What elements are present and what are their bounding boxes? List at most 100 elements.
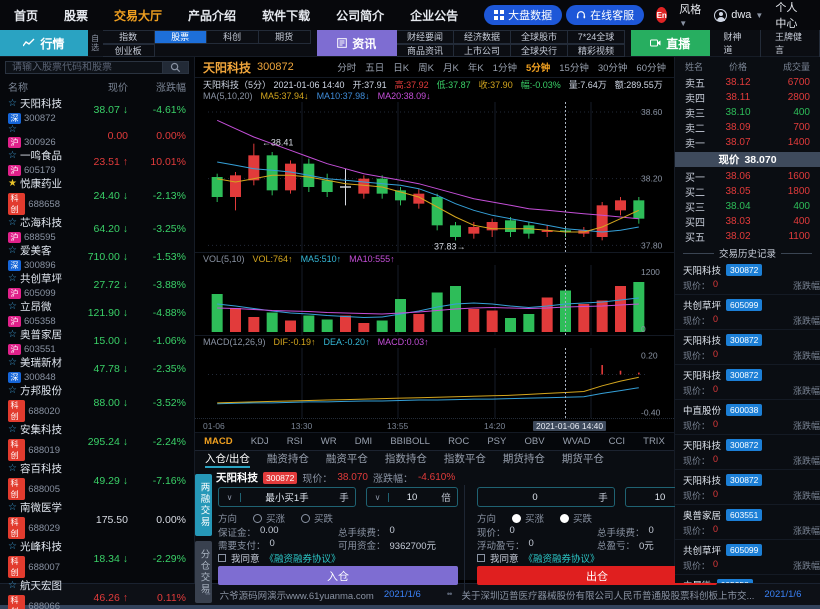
watchlist-item[interactable]: ☆安集科技 科创688019 295.24 ↓ -2.24% (0, 422, 194, 461)
live-link[interactable]: 财神道 (710, 30, 762, 57)
indicator-tab-rsi[interactable]: RSI (287, 436, 303, 447)
indicator-tab-bbiboll[interactable]: BBIBOLL (390, 436, 430, 447)
trade-history-item[interactable]: 天阳科技 300872 现价： 0 涨跌幅：买入 (675, 435, 820, 470)
star-icon[interactable]: ☆ (8, 357, 17, 368)
period-tab[interactable]: 分时 (337, 60, 356, 74)
indicator-tab-wr[interactable]: WR (321, 436, 337, 447)
star-icon[interactable]: ☆ (8, 502, 17, 513)
indicator-tab-psy[interactable]: PSY (487, 436, 506, 447)
watchlist-item[interactable]: ☆方邦股份 科创688020 88.00 ↓ -3.52% (0, 383, 194, 422)
watchlist-item[interactable]: ☆南微医学 科创688029 175.50 0.00% (0, 500, 194, 539)
star-icon[interactable]: ☆ (8, 424, 17, 435)
indicator-tab-kdj[interactable]: KDJ (251, 436, 269, 447)
indicator-tab-roc[interactable]: ROC (448, 436, 469, 447)
news-link[interactable]: 精彩视频 (568, 44, 625, 58)
star-icon[interactable]: ☆ (8, 385, 17, 396)
trade-history-item[interactable]: 天阳科技 300872 现价： 0 涨跌幅：买入 (675, 330, 820, 365)
star-icon[interactable]: ☆ (8, 301, 17, 312)
live-button[interactable]: 直播 (631, 30, 710, 56)
trade-history-item[interactable]: 天阳科技 300872 现价： 0 涨跌幅：买入 (675, 470, 820, 505)
market-tab[interactable]: 股票 (155, 30, 207, 44)
open-position-button[interactable]: 入仓 (218, 566, 458, 585)
trade-history-item[interactable]: 天阳科技 300872 现价： 0 涨跌幅：买入 (675, 260, 820, 295)
trade-history-item[interactable]: 奥普家居 603551 现价： 0 涨跌幅：买入 (675, 505, 820, 540)
watchlist-item[interactable]: ☆芯海科技 沪688595 64.20 ↓ -3.25% (0, 215, 194, 243)
star-icon[interactable]: ☆ (8, 329, 17, 340)
indicator-tab-obv[interactable]: OBV (524, 436, 544, 447)
watchlist-item[interactable]: ☆容百科技 科创688005 49.29 ↓ -7.16% (0, 461, 194, 500)
news-link[interactable]: 全球股市 (511, 30, 568, 44)
market-data-button[interactable]: 大盘数据 (484, 5, 562, 25)
nav-item-0[interactable]: 首页 (14, 7, 38, 24)
agree-checkbox[interactable] (477, 554, 485, 562)
star-icon[interactable]: ☆ (8, 463, 17, 474)
star-icon[interactable]: ☆ (8, 124, 17, 135)
buy-short-radio[interactable]: 买跌 (560, 511, 592, 525)
watchlist-item[interactable]: ☆ 沪300926 0.00 0.00% (0, 124, 194, 148)
indicator-tab-dmi[interactable]: DMI (355, 436, 372, 447)
watchlist-item[interactable]: ☆共创草坪 沪605099 27.72 ↓ -3.88% (0, 271, 194, 299)
news-link[interactable]: 商品资讯 (397, 44, 454, 58)
agree-checkbox[interactable] (218, 554, 226, 562)
indicator-tab-macd[interactable]: MACD (204, 436, 233, 447)
news-link[interactable]: 上市公司 (454, 44, 511, 58)
watchlist-item[interactable]: ☆航天宏图 科创688066 46.26 ↑ 0.11% (0, 578, 194, 609)
trade-history-item[interactable]: 天阳科技 300872 现价： 0 涨跌幅：买入 (675, 365, 820, 400)
watchlist-item[interactable]: ☆光峰科技 科创688007 18.34 ↓ -2.29% (0, 539, 194, 578)
quote-button[interactable]: 行情 (0, 30, 88, 56)
personal-center-link[interactable]: 个人中心 (775, 0, 806, 31)
trade-tab[interactable]: 融资持仓 (267, 451, 309, 468)
star-icon[interactable]: ☆ (8, 273, 17, 284)
indicator-tab-cci[interactable]: CCI (609, 436, 625, 447)
stock-search-input[interactable] (5, 61, 163, 74)
watchlist-item[interactable]: ★悦康药业 科创688658 24.40 ↓ -2.13% (0, 176, 194, 215)
volume-chart[interactable]: 12000 (195, 265, 674, 335)
period-tab[interactable]: 1分钟 (493, 60, 517, 74)
period-tab[interactable]: 月K (443, 60, 459, 74)
market-tab[interactable]: 指数 (103, 30, 155, 44)
star-icon[interactable]: ★ (8, 178, 17, 189)
ticker-item[interactable]: •• 六爷源码网演示www.61yuanma.com 2021/1/6 (205, 588, 421, 602)
buy-long-radio[interactable]: 买涨 (512, 511, 544, 525)
language-badge[interactable]: En (656, 7, 667, 23)
ticker-item[interactable]: •• 关于深圳迈普医疗器械股份有限公司人民币普通股股票科创板上市交... 202… (447, 588, 802, 602)
trade-mode-tab[interactable]: 两融交易 (195, 474, 212, 536)
news-link[interactable]: 经济数据 (454, 30, 511, 44)
trade-tab[interactable]: 期货平仓 (562, 451, 604, 468)
news-link[interactable]: 财经要闻 (397, 30, 454, 44)
nav-item-1[interactable]: 股票 (64, 7, 88, 24)
online-service-button[interactable]: 在线客服 (566, 5, 644, 25)
star-icon[interactable]: ☆ (8, 98, 17, 109)
news-link[interactable]: 全球央行 (511, 44, 568, 58)
period-tab[interactable]: 五日 (365, 60, 384, 74)
kline-chart[interactable]: 38.6038.2037.80←38.4137.83→ (195, 102, 674, 252)
user-dropdown[interactable]: dwa ▼ (714, 9, 763, 22)
buy-long-radio[interactable]: 买涨 (253, 511, 285, 525)
period-tab[interactable]: 日K (393, 60, 409, 74)
trade-tab[interactable]: 融资平仓 (326, 451, 368, 468)
watchlist-item[interactable]: ☆美瑞新材 深300848 47.78 ↓ -2.35% (0, 355, 194, 383)
watchlist-item[interactable]: ☆一鸣食品 沪605179 23.51 ↑ 10.01% (0, 148, 194, 176)
period-tab[interactable]: 60分钟 (636, 60, 666, 74)
watchlist-item[interactable]: ☆立昂微 沪605358 121.90 ↓ -4.88% (0, 299, 194, 327)
watch-tab[interactable]: 自选 (88, 30, 103, 56)
nav-item-4[interactable]: 软件下载 (262, 7, 310, 24)
period-tab[interactable]: 5分钟 (526, 60, 550, 74)
period-tab[interactable]: 15分钟 (559, 60, 589, 74)
left-quantity-select[interactable]: ∨ 最小买1手 手 (218, 487, 356, 507)
trade-tab[interactable]: 期货持仓 (503, 451, 545, 468)
watchlist-item[interactable]: ☆爱美客 深300896 710.00 ↓ -1.53% (0, 243, 194, 271)
buy-short-radio[interactable]: 买跌 (301, 511, 333, 525)
star-icon[interactable]: ☆ (8, 541, 17, 552)
news-button[interactable]: 资讯 (317, 30, 397, 56)
right-quantity-select[interactable]: 0 手 (477, 487, 615, 507)
watchlist-item[interactable]: ☆奥普家居 沪603551 15.00 ↓ -1.06% (0, 327, 194, 355)
watchlist-item[interactable]: ☆天阳科技 深300872 38.07 ↓ -4.61% (0, 96, 194, 124)
trade-tab[interactable]: 指数平仓 (444, 451, 486, 468)
style-dropdown[interactable]: 风格 ▼ (679, 1, 702, 29)
nav-item-6[interactable]: 企业公告 (410, 7, 458, 24)
indicator-tab-wvad[interactable]: WVAD (563, 436, 591, 447)
agreement-link[interactable]: 《融资融券协议》 (524, 551, 600, 565)
trade-history-item[interactable]: 中直股份 600038 现价： 0 涨跌幅：买入 (675, 400, 820, 435)
live-link[interactable]: 王牌健言 (761, 30, 820, 57)
